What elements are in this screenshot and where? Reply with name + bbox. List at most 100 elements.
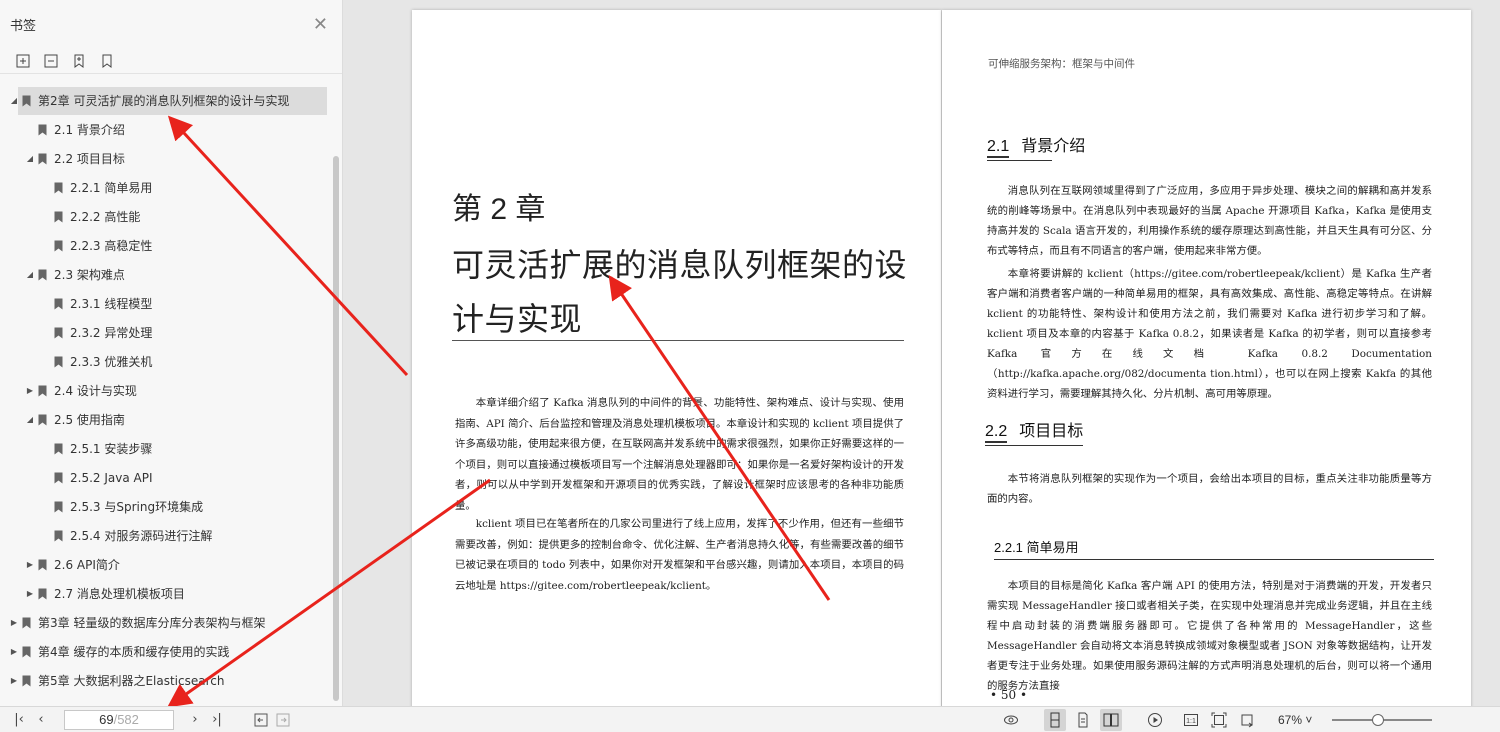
bookmark-icon	[22, 95, 31, 107]
page-number-input[interactable]: 69/582	[64, 709, 174, 730]
section-2-2-1-heading: 2.2.1 简单易用	[994, 540, 1079, 555]
fit-page-icon[interactable]	[1208, 709, 1230, 731]
bookmark-item[interactable]: ◢ 第2章 可灵活扩展的消息队列框架的设计与实现	[0, 86, 333, 115]
actual-size-icon[interactable]: 1:1	[1180, 709, 1202, 731]
caret-right-icon[interactable]: ▶	[10, 618, 18, 627]
zoom-slider-knob[interactable]	[1372, 713, 1385, 726]
caret-right-icon[interactable]: ▶	[26, 386, 34, 395]
first-page-icon[interactable]: |‹	[8, 709, 30, 731]
forward-icon[interactable]	[272, 709, 294, 731]
close-icon[interactable]: ✕	[313, 14, 328, 35]
caret-down-icon[interactable]: ◢	[26, 415, 34, 424]
page-left: 第 2 章 可灵活扩展的消息队列框架的设计与实现 本章详细介绍了 Kafka 消…	[412, 10, 941, 706]
bookmark-item[interactable]: 2.3.1 线程模型	[0, 289, 333, 318]
bookmark-icon	[38, 588, 47, 600]
bookmark-icon[interactable]	[98, 52, 116, 70]
bookmark-icon	[54, 327, 63, 339]
prev-page-icon[interactable]: ‹	[30, 709, 52, 731]
sidebar-title: 书签	[10, 18, 37, 34]
bookmark-label: 2.3.3 优雅关机	[70, 355, 153, 369]
status-bar: |‹ ‹ 69/582 › ›| 1:1 67% ˅	[0, 706, 1500, 732]
bookmark-label: 2.5.4 对服务源码进行注解	[70, 529, 213, 543]
caret-right-icon[interactable]: ▶	[10, 676, 18, 685]
bookmark-icon	[54, 501, 63, 513]
zoom-slider[interactable]	[1332, 713, 1433, 727]
bookmark-item[interactable]: ▶ 第5章 大数据利器之Elasticsearch	[0, 666, 333, 695]
section-2-1-paragraph-1: 消息队列在互联网领域里得到了广泛应用，多应用于异步处理、模块之间的解耦和高并发系…	[987, 185, 1432, 257]
bookmark-label: 2.4 设计与实现	[54, 384, 137, 398]
bookmark-label: 2.2.2 高性能	[70, 210, 141, 224]
chapter-project-paragraph: kclient 项目已在笔者所在的几家公司里进行了线上应用，发挥了不少作用，但还…	[455, 518, 904, 592]
eye-icon[interactable]	[1000, 709, 1022, 731]
bookmark-icon	[54, 443, 63, 455]
bookmark-item[interactable]: ▶ 2.7 消息处理机模板项目	[0, 579, 333, 608]
bookmark-item[interactable]: 2.5.2 Java API	[0, 463, 333, 492]
caret-right-icon[interactable]: ▶	[10, 647, 18, 656]
single-page-continuous-icon[interactable]	[1044, 708, 1066, 731]
caret-down-icon[interactable]: ◢	[26, 270, 34, 279]
bookmark-item[interactable]: ▶ 第3章 轻量级的数据库分库分表架构与框架	[0, 608, 333, 637]
bookmark-label: 2.3 架构难点	[54, 268, 125, 282]
total-pages: /582	[113, 711, 139, 727]
back-icon[interactable]	[250, 709, 272, 731]
bookmark-icon	[22, 675, 31, 687]
bookmark-item[interactable]: 2.2.3 高稳定性	[0, 231, 333, 260]
add-bookmark-icon[interactable]	[70, 52, 88, 70]
section-number: 2.2	[985, 423, 1008, 443]
bookmark-item[interactable]: 2.5.1 安装步骤	[0, 434, 333, 463]
bookmark-icon	[38, 124, 47, 136]
play-icon[interactable]	[1144, 709, 1166, 731]
single-page-icon[interactable]	[1072, 709, 1094, 731]
bookmark-item[interactable]: ◢ 2.2 项目目标	[0, 144, 333, 173]
rotate-icon[interactable]	[1236, 709, 1258, 731]
sidebar-toolbar	[0, 48, 342, 74]
bookmark-icon	[54, 356, 63, 368]
bookmark-label: 2.5 使用指南	[54, 413, 125, 427]
bookmark-item[interactable]: 2.5.4 对服务源码进行注解	[0, 521, 333, 550]
bookmark-item[interactable]: 2.2.2 高性能	[0, 202, 333, 231]
section-2-1-heading: 2.1 背景介绍	[987, 132, 1085, 158]
bookmark-label: 2.7 消息处理机模板项目	[54, 587, 185, 601]
last-page-icon[interactable]: ›|	[206, 709, 228, 731]
bookmark-icon	[22, 646, 31, 658]
bookmark-item[interactable]: 2.2.1 简单易用	[0, 173, 333, 202]
bookmark-icon	[54, 472, 63, 484]
bookmark-item[interactable]: 2.5.3 与Spring环境集成	[0, 492, 333, 521]
bookmark-item[interactable]: 2.3.3 优雅关机	[0, 347, 333, 376]
bookmark-icon	[38, 385, 47, 397]
caret-right-icon[interactable]: ▶	[26, 560, 34, 569]
bookmark-label: 2.5.2 Java API	[70, 470, 153, 485]
sidebar-scrollbar[interactable]	[333, 156, 339, 701]
expand-all-icon[interactable]	[14, 52, 32, 70]
running-header: 可伸缩服务架构：框架与中间件	[988, 58, 1135, 70]
bookmark-icon	[54, 240, 63, 252]
bookmark-icon	[54, 211, 63, 223]
bookmark-item[interactable]: 2.3.2 异常处理	[0, 318, 333, 347]
bookmark-item[interactable]: ▶ 第4章 缓存的本质和缓存使用的实践	[0, 637, 333, 666]
section-number: 2.1	[987, 138, 1010, 158]
bookmark-item[interactable]: ◢ 2.3 架构难点	[0, 260, 333, 289]
collapse-all-icon[interactable]	[42, 52, 60, 70]
caret-down-icon[interactable]: ◢	[26, 154, 34, 163]
bookmark-label: 2.6 API简介	[54, 558, 120, 572]
bookmark-item[interactable]: ◢ 2.5 使用指南	[0, 405, 333, 434]
bookmark-tree: ◢ 第2章 可灵活扩展的消息队列框架的设计与实现 2.1 背景介绍 ◢ 2.2 项目目标…	[0, 86, 333, 695]
bookmark-icon	[38, 414, 47, 426]
bookmark-item[interactable]: ▶ 2.6 API简介	[0, 550, 333, 579]
chapter-rule	[452, 340, 904, 341]
caret-right-icon[interactable]: ▶	[26, 589, 34, 598]
bookmark-item[interactable]: 2.1 背景介绍	[0, 115, 333, 144]
zoom-dropdown[interactable]: 67% ˅	[1278, 713, 1312, 727]
two-page-icon[interactable]	[1100, 708, 1122, 731]
document-view: 第 2 章 可灵活扩展的消息队列框架的设计与实现 本章详细介绍了 Kafka 消…	[343, 0, 1500, 706]
bookmark-item[interactable]: ▶ 2.4 设计与实现	[0, 376, 333, 405]
chapter-intro-paragraph: 本章详细介绍了 Kafka 消息队列的中间件的背景、功能特性、架构难点、设计与实…	[455, 397, 904, 512]
bookmark-icon	[54, 530, 63, 542]
bookmark-label: 2.2.3 高稳定性	[70, 239, 153, 253]
bookmark-label: 第2章 可灵活扩展的消息队列框架的设计与实现	[38, 94, 290, 108]
section-2-2-heading: 2.2 项目目标	[985, 417, 1083, 443]
next-page-icon[interactable]: ›	[184, 709, 206, 731]
page-right: 可伸缩服务架构：框架与中间件 2.1 背景介绍 消息队列在互联网领域里得到了广泛应…	[942, 10, 1471, 706]
caret-down-icon[interactable]: ◢	[10, 96, 18, 105]
bookmark-label: 2.1 背景介绍	[54, 123, 125, 137]
